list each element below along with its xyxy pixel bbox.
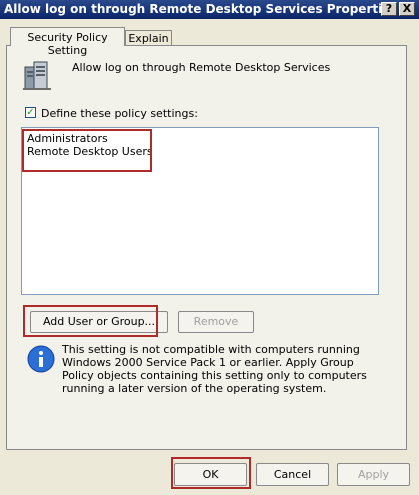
close-button[interactable]: X [399, 2, 415, 16]
compatibility-info-text: This setting is not compatible with comp… [62, 343, 367, 395]
tab-explain[interactable]: Explain [125, 30, 172, 45]
ok-button[interactable]: OK [174, 463, 247, 486]
title-bar: Allow log on through Remote Desktop Serv… [0, 0, 419, 19]
remove-button[interactable]: Remove [178, 311, 254, 333]
policy-title: Allow log on through Remote Desktop Serv… [72, 61, 331, 74]
server-policy-icon [23, 61, 51, 90]
tab-security-policy-setting[interactable]: Security Policy Setting [10, 27, 125, 57]
list-item[interactable]: Administrators [27, 132, 108, 145]
add-user-or-group-button[interactable]: Add User or Group... [30, 311, 168, 333]
cancel-button[interactable]: Cancel [256, 463, 329, 486]
apply-button[interactable]: Apply [337, 463, 410, 486]
info-icon [27, 345, 55, 373]
define-settings-label: Define these policy settings: [41, 107, 198, 120]
window-title: Allow log on through Remote Desktop Serv… [4, 2, 398, 16]
list-item[interactable]: Remote Desktop Users [27, 145, 153, 158]
users-listbox[interactable]: Administrators Remote Desktop Users [21, 127, 379, 295]
define-settings-checkbox[interactable]: ✓ [25, 107, 36, 118]
help-button[interactable]: ? [381, 2, 397, 16]
